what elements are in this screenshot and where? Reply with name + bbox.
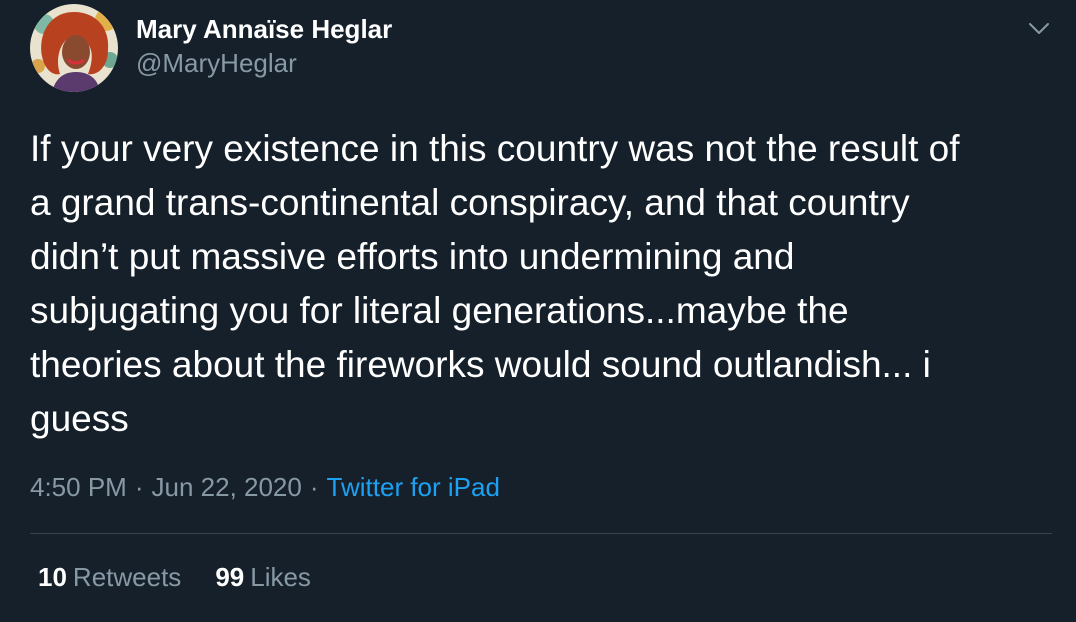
retweets-count: 10 (38, 562, 67, 592)
tweet-text: If your very existence in this country w… (30, 122, 1050, 446)
tweet-date[interactable]: Jun 22, 2020 (152, 472, 302, 502)
tweet-menu-button[interactable] (1024, 14, 1054, 44)
tweet-text-line: theories about the fireworks would sound… (30, 344, 931, 385)
tweet-source-link[interactable]: Twitter for iPad (327, 472, 500, 502)
tweet-meta: 4:50 PM · Jun 22, 2020 · Twitter for iPad (30, 470, 500, 504)
likes-count: 99 (215, 562, 245, 592)
divider (30, 533, 1052, 534)
author-name[interactable]: Mary Annaïse Heglar (136, 13, 392, 45)
avatar[interactable] (30, 4, 118, 92)
likes-stat[interactable]: 99 Likes (215, 560, 311, 594)
chevron-down-icon (1029, 23, 1049, 34)
tweet-text-line: If your very existence in this country w… (30, 128, 960, 169)
retweets-label: Retweets (72, 562, 182, 592)
tweet-text-line: didn’t put massive efforts into undermin… (30, 236, 795, 277)
author-handle[interactable]: @MaryHeglar (136, 47, 297, 79)
meta-separator: · (134, 472, 144, 502)
tweet-text-line: guess (30, 398, 129, 439)
avatar-illustration (30, 4, 118, 92)
tweet-time[interactable]: 4:50 PM (30, 472, 127, 502)
likes-label: Likes (250, 562, 311, 592)
tweet-text-line: a grand trans-continental conspiracy, an… (30, 182, 910, 223)
tweet-stats: 10 Retweets 99 Likes (38, 560, 311, 594)
tweet-text-line: subjugating you for literal generations.… (30, 290, 849, 331)
retweets-stat[interactable]: 10 Retweets (38, 560, 181, 594)
meta-separator: · (309, 472, 319, 502)
